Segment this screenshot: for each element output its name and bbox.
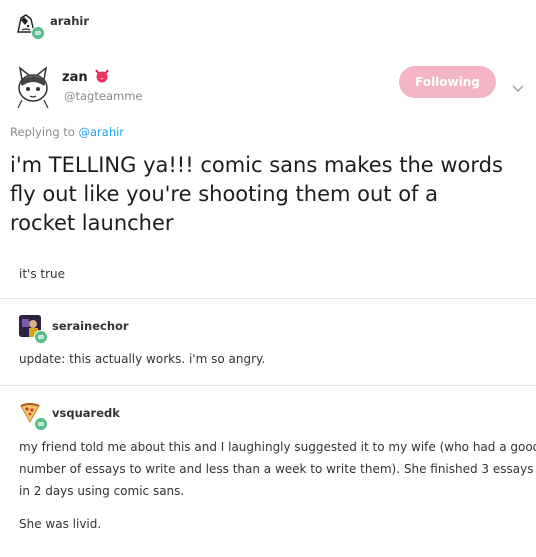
replying-to-link[interactable]: @arahir	[79, 125, 125, 139]
reblog-icon	[34, 330, 48, 344]
divider	[0, 385, 536, 386]
zan-avatar[interactable]	[10, 66, 56, 112]
tweet-text-line: rocket launcher	[10, 211, 174, 235]
reblog-icon	[31, 26, 45, 40]
post-body: my friend told me about this and I laugh…	[19, 436, 536, 502]
post-body-line: my friend told me about this and I laugh…	[19, 440, 536, 454]
devil-emoji-icon	[94, 68, 110, 87]
tweet-display-name[interactable]: zan	[62, 70, 88, 85]
following-button[interactable]: Following	[399, 66, 496, 98]
header-username[interactable]: arahir	[50, 14, 89, 28]
post-body-line: number of essays to write and less than …	[19, 462, 534, 476]
post-body-line: in 2 days using comic sans.	[19, 484, 185, 498]
tweet-handle[interactable]: @tagteamme	[64, 89, 142, 103]
tweet-text: i'm TELLING ya!!! comic sans makes the w…	[10, 151, 503, 238]
replying-to: Replying to @arahir	[10, 125, 124, 139]
post-body-line: She was livid.	[19, 517, 102, 531]
post-body: update: this actually works. i'm so angr…	[19, 352, 266, 366]
post-body: it's true	[19, 267, 66, 281]
tweet-text-line: fly out like you're shooting them out of…	[10, 182, 438, 206]
chevron-down-icon[interactable]	[512, 78, 524, 97]
reblog-icon	[34, 417, 48, 431]
post-username[interactable]: serainechor	[52, 319, 129, 333]
following-button-label: Following	[415, 75, 480, 89]
zan-avatar-image	[10, 66, 56, 109]
replying-to-prefix: Replying to	[10, 125, 75, 139]
divider	[0, 298, 536, 299]
post-username[interactable]: vsquaredk	[52, 406, 120, 420]
tweet-text-line: i'm TELLING ya!!! comic sans makes the w…	[10, 153, 503, 177]
